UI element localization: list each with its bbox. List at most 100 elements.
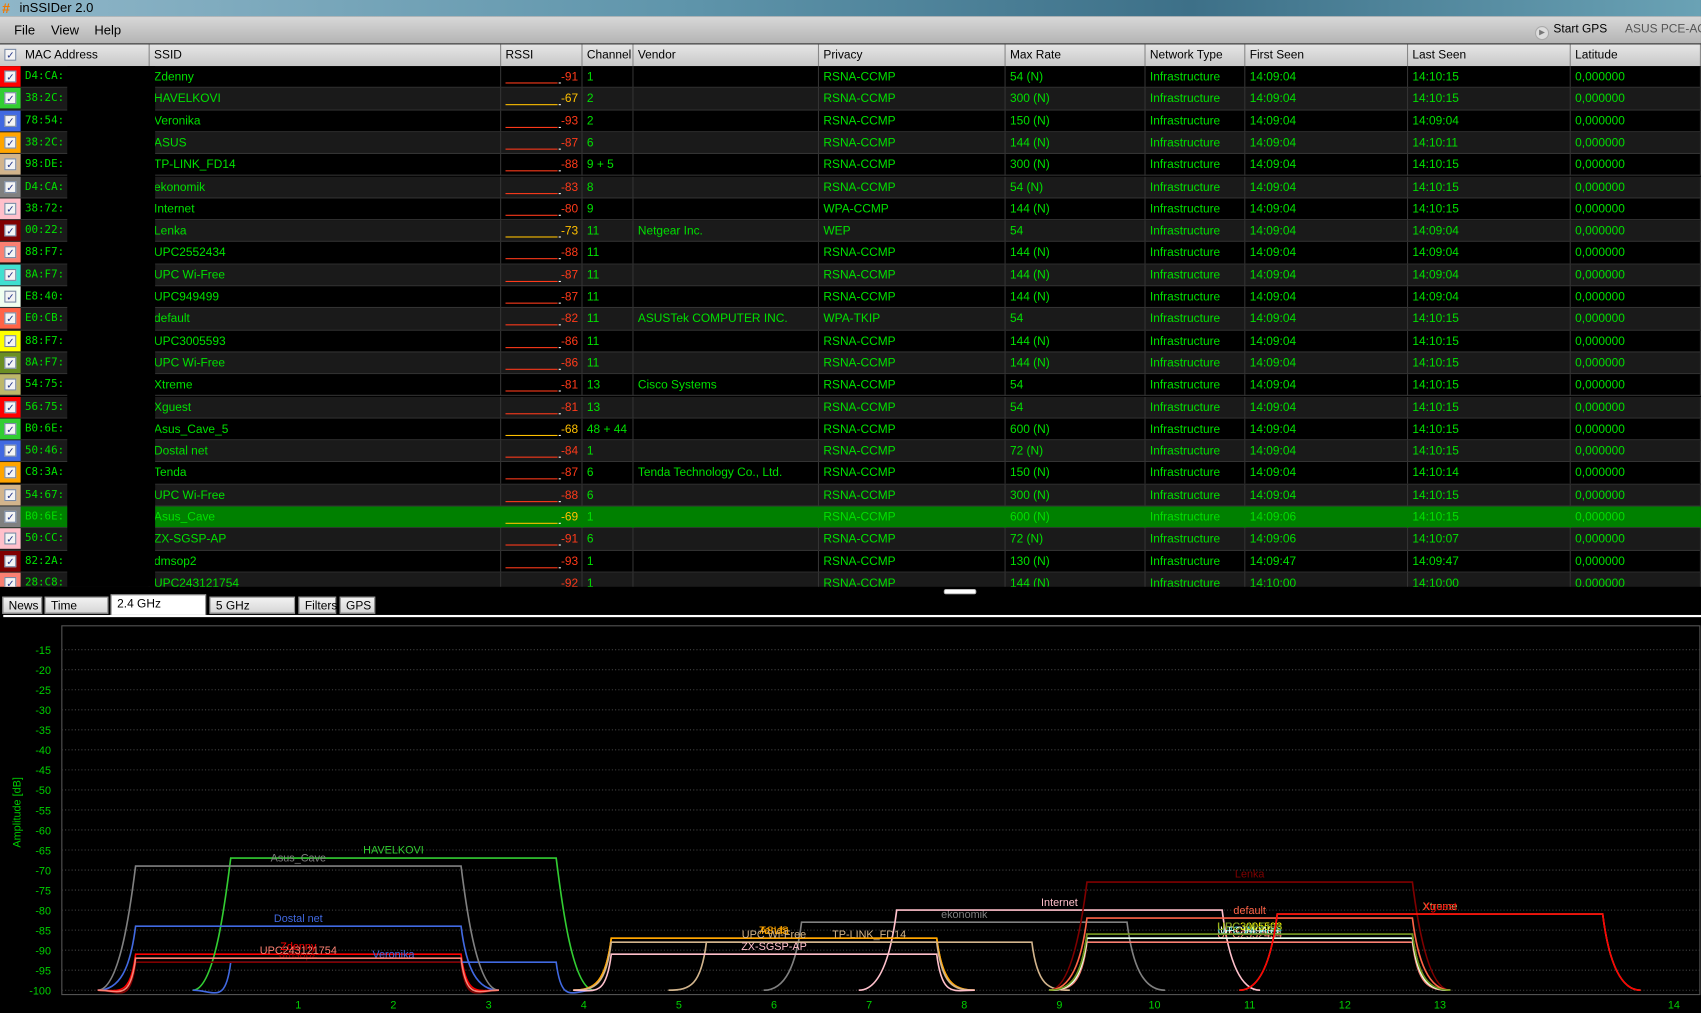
table-row[interactable]: ✓ E8:40: UPC949499 -87 11 RSNA-CCMP 144 (N) Inf… — [0, 286, 1701, 309]
menu-file[interactable]: File — [14, 23, 35, 38]
y-tick-label: -95 — [35, 966, 51, 978]
network-visible-checkbox[interactable]: ✓ — [4, 312, 17, 325]
table-row[interactable]: ✓ 54:75: Xtreme -81 13 Cisco Systems RSNA-CCMP… — [0, 374, 1701, 397]
network-visible-checkbox[interactable]: ✓ — [4, 246, 17, 259]
table-row[interactable]: ✓ D4:CA: ekonomik -83 8 RSNA-CCMP 54 (N) Infras… — [0, 176, 1701, 199]
network-visible-checkbox[interactable]: ✓ — [4, 378, 17, 391]
table-row[interactable]: ✓ 88:F7: UPC2552434 -88 11 RSNA-CCMP 144 (N) In… — [0, 242, 1701, 265]
tab-5-ghz-channels[interactable]: 5 GHz Channels — [209, 596, 296, 630]
network-visible-checkbox[interactable]: ✓ — [4, 224, 17, 237]
rssi-value: -92 — [560, 576, 579, 587]
table-row[interactable]: ✓ 8A:F7: UPC Wi-Free -86 11 RSNA-CCMP 144 (N) I… — [0, 352, 1701, 375]
cell-ssid: ASUS — [150, 132, 502, 154]
menu-help[interactable]: Help — [94, 23, 121, 38]
column-header-ssid[interactable]: SSID — [150, 44, 502, 67]
table-row[interactable]: ✓ C8:3A: Tenda -87 6 Tenda Technology Co., Lt… — [0, 462, 1701, 485]
network-visible-checkbox[interactable]: ✓ — [4, 334, 17, 347]
column-header-privacy[interactable]: Privacy — [819, 44, 1006, 67]
table-row[interactable]: ✓ B0:6E: Asus_Cave_5 -68 48 + 44 RSNA-CCMP 600… — [0, 418, 1701, 441]
column-header-channel[interactable]: Channel — [583, 44, 634, 67]
network-visible-checkbox[interactable]: ✓ — [4, 444, 17, 457]
network-curve[interactable] — [1049, 937, 1451, 992]
network-visible-checkbox[interactable]: ✓ — [4, 400, 17, 413]
table-row[interactable]: ✓ 00:22: Lenka -73 11 Netgear Inc. WEP 54 Infras… — [0, 220, 1701, 243]
network-curve[interactable] — [1049, 941, 1451, 992]
network-visible-checkbox[interactable]: ✓ — [4, 532, 17, 545]
table-row[interactable]: ✓ 28:C8: UPC243121754 -92 1 RSNA-CCMP 144 (N) I… — [0, 572, 1701, 587]
table-row[interactable]: ✓ 54:67: UPC Wi-Free -88 6 RSNA-CCMP 300 (N) In… — [0, 484, 1701, 507]
table-row[interactable]: ✓ 78:54: Veronika -93 2 RSNA-CCMP 150 (N) Infra… — [0, 110, 1701, 133]
network-curve[interactable] — [97, 865, 500, 992]
network-visible-checkbox[interactable]: ✓ — [4, 114, 17, 127]
cell-latitude: 0,000000 — [1571, 220, 1701, 242]
x-tick-label: 12 — [1339, 1000, 1351, 1012]
network-visible-checkbox[interactable]: ✓ — [4, 158, 17, 171]
cell-channel: 11 — [583, 242, 634, 264]
select-all-checkbox[interactable]: ✓ — [0, 44, 21, 65]
tab-2-4-ghz-channels[interactable]: 2.4 GHz Channels — [110, 594, 207, 628]
table-row[interactable]: ✓ 82:2A: dmsop2 -93 1 RSNA-CCMP 130 (N) Infrast… — [0, 550, 1701, 573]
network-curve[interactable] — [97, 961, 500, 994]
network-visible-checkbox[interactable]: ✓ — [4, 290, 17, 303]
network-visible-checkbox[interactable]: ✓ — [4, 466, 17, 479]
table-row[interactable]: ✓ 38:2C: HAVELKOVI -67 2 RSNA-CCMP 300 (N) Infr… — [0, 88, 1701, 111]
network-visible-checkbox[interactable]: ✓ — [4, 92, 17, 105]
column-header-vendor[interactable]: Vendor — [634, 44, 820, 67]
network-visible-checkbox[interactable]: ✓ — [4, 180, 17, 193]
table-row[interactable]: ✓ 38:72: Internet -80 9 WPA-CCMP 144 (N) Infras… — [0, 198, 1701, 221]
tab-time-graph[interactable]: Time Graph — [44, 596, 109, 630]
network-visible-checkbox[interactable]: ✓ — [4, 554, 17, 567]
cell-ssid: Tenda — [150, 462, 502, 485]
column-header-first-seen[interactable]: First Seen — [1245, 44, 1409, 67]
network-visible-checkbox[interactable]: ✓ — [4, 510, 17, 523]
cell-last-seen: 14:09:04 — [1408, 220, 1571, 242]
table-row[interactable]: ✓ 50:46: Dostal net -84 1 RSNA-CCMP 72 (N) Infr… — [0, 440, 1701, 463]
network-curve[interactable] — [668, 941, 1070, 992]
cell-ssid: HAVELKOVI — [150, 88, 502, 110]
rssi-value: -93 — [560, 554, 579, 568]
network-curve[interactable] — [97, 957, 500, 993]
rssi-sparkline — [505, 434, 561, 436]
column-header-mac-address[interactable]: MAC Address — [21, 44, 150, 67]
network-visible-checkbox[interactable]: ✓ — [4, 70, 17, 83]
table-row[interactable]: ✓ 98:DE: TP-LINK_FD14 -88 9 + 5 RSNA-CCMP 300 … — [0, 154, 1701, 177]
column-header-max-rate[interactable]: Max Rate — [1006, 44, 1146, 67]
network-visible-checkbox[interactable]: ✓ — [4, 488, 17, 501]
column-header-rssi[interactable]: RSSI — [501, 44, 583, 67]
column-header-last-seen[interactable]: Last Seen — [1408, 44, 1571, 67]
network-visible-checkbox[interactable]: ✓ — [4, 136, 17, 149]
network-visible-checkbox[interactable]: ✓ — [4, 268, 17, 281]
table-row[interactable]: ✓ D4:CA: Zdenny -91 1 RSNA-CCMP 54 (N) Infrastr… — [0, 66, 1701, 89]
network-visible-checkbox[interactable]: ✓ — [4, 356, 17, 369]
network-curve[interactable] — [1239, 913, 1641, 992]
table-row[interactable]: ✓ 50:CC: ZX-SGSP-AP -91 6 RSNA-CCMP 72 (N) Infr… — [0, 528, 1701, 551]
column-header-latitude[interactable]: Latitude — [1571, 44, 1701, 67]
network-curve[interactable] — [1239, 913, 1641, 992]
table-row[interactable]: ✓ B0:6E: Asus_Cave -69 1 RSNA-CCMP 600 (N) Infr… — [0, 506, 1701, 529]
table-row[interactable]: ✓ 38:2C: ASUS -87 6 RSNA-CCMP 144 (N) Infrastru… — [0, 132, 1701, 155]
network-curve[interactable] — [573, 953, 975, 992]
menu-view[interactable]: View — [51, 23, 79, 38]
table-row[interactable]: ✓ E0:CB: default -82 11 ASUSTek COMPUTER INC.… — [0, 308, 1701, 331]
checkbox[interactable]: ✓ — [4, 48, 17, 61]
network-visible-checkbox[interactable]: ✓ — [4, 422, 17, 435]
network-visible-checkbox[interactable]: ✓ — [4, 202, 17, 215]
start-gps-button[interactable]: ▶ Start GPS — [1534, 23, 1607, 41]
tab-gps[interactable]: GPS — [339, 596, 376, 614]
table-row[interactable]: ✓ 56:75: Xguest -81 13 RSNA-CCMP 54 Infrastruct… — [0, 396, 1701, 419]
cell-vendor — [634, 352, 820, 375]
network-curve[interactable] — [763, 921, 1165, 992]
cell-network-type: Infrastructure — [1146, 110, 1246, 132]
network-curve[interactable] — [1049, 937, 1451, 992]
cell-vendor — [634, 484, 820, 507]
table-row[interactable]: ✓ 88:F7: UPC3005593 -86 11 RSNA-CCMP 144 (N) In… — [0, 330, 1701, 353]
tab-news[interactable]: News — [2, 596, 43, 614]
network-curve[interactable] — [192, 961, 595, 994]
network-color-swatch: ✓ — [0, 242, 21, 263]
table-row[interactable]: ✓ 8A:F7: UPC Wi-Free -87 11 RSNA-CCMP 144 (N) I… — [0, 264, 1701, 287]
network-visible-checkbox[interactable]: ✓ — [4, 576, 17, 587]
tab-filters[interactable]: Filters — [298, 596, 337, 614]
adapter-selector[interactable]: ASUS PCE-AC68 — [1625, 23, 1701, 36]
column-header-network-type[interactable]: Network Type — [1146, 44, 1246, 67]
app-logo-icon: # — [2, 0, 11, 17]
